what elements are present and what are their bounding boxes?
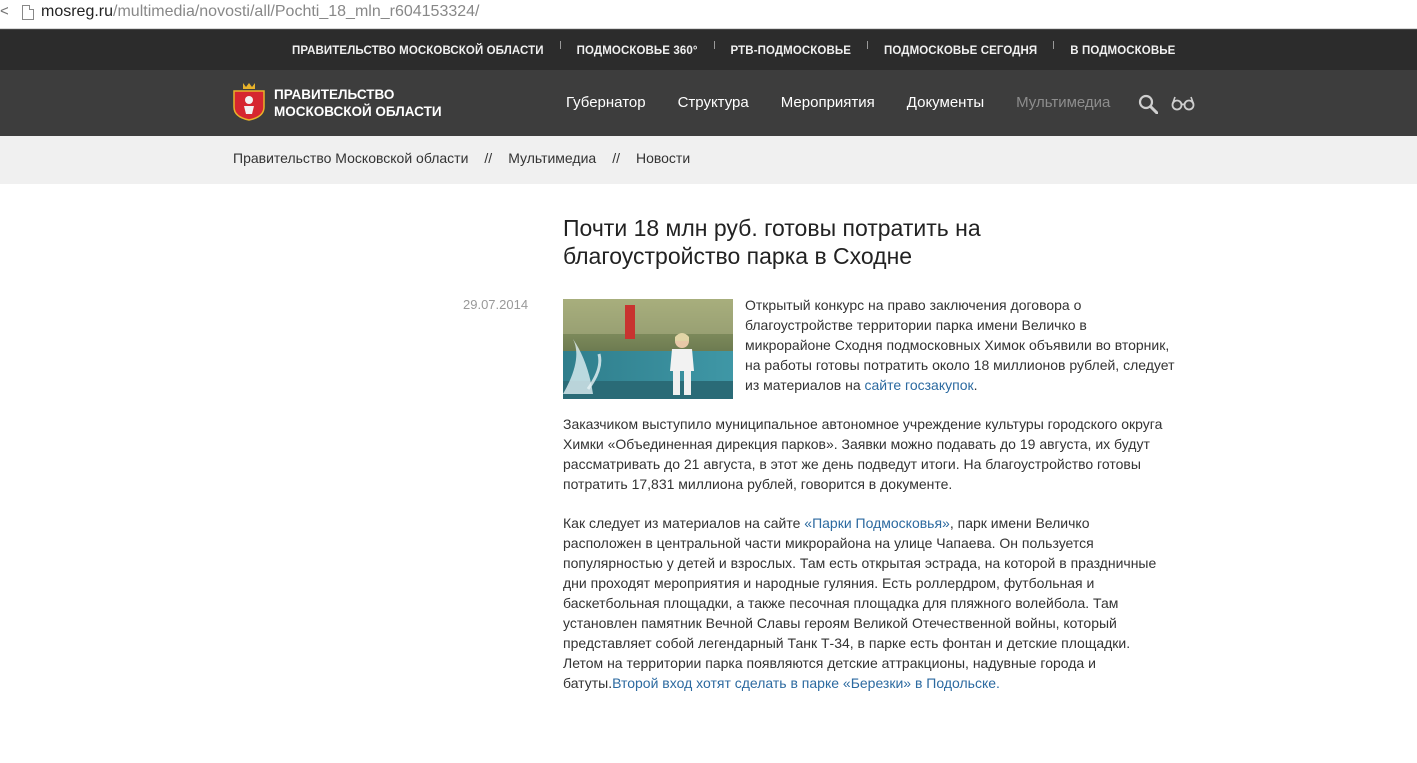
breadcrumb-separator: // <box>612 150 620 166</box>
breadcrumb-multimedia[interactable]: Мультимедиа <box>508 150 596 166</box>
page-icon <box>22 5 34 20</box>
breadcrumb-news[interactable]: Новости <box>636 150 690 166</box>
portal-link-government[interactable]: ПРАВИТЕЛЬСТВО МОСКОВСКОЙ ОБЛАСТИ <box>292 45 544 57</box>
article-paragraph-2: Как следует из материалов на сайте «Парк… <box>563 513 1163 693</box>
article-title: Почти 18 млн руб. готовы потратить на бл… <box>563 215 981 269</box>
url-path: /multimedia/novosti/all/Pochti_18_mln_r6… <box>113 3 480 20</box>
portal-link-in-region[interactable]: В ПОДМОСКОВЬЕ <box>1070 45 1175 57</box>
main-header: ПРАВИТЕЛЬСТВО МОСКОВСКОЙ ОБЛАСТИ Губерна… <box>0 70 1417 139</box>
search-icon[interactable] <box>1138 94 1158 114</box>
portal-separator <box>1037 40 1070 55</box>
link-goszakupki[interactable]: сайте госзакупок <box>865 377 974 393</box>
nav-documents[interactable]: Документы <box>907 70 984 136</box>
nav-structure[interactable]: Структура <box>678 70 749 136</box>
p2-body: , парк имени Величко расположен в центра… <box>563 515 1157 691</box>
breadcrumb-separator: // <box>484 150 493 166</box>
back-arrow-icon[interactable]: < <box>0 3 8 21</box>
nav-multimedia[interactable]: Мультимедиа <box>1016 70 1111 139</box>
brand-line-2: МОСКОВСКОЙ ОБЛАСТИ <box>274 104 442 119</box>
coat-of-arms-logo[interactable] <box>233 81 265 121</box>
article-date: 29.07.2014 <box>463 297 529 312</box>
url-host: mosreg.ru <box>41 3 114 20</box>
p2-start: Как следует из материалов на сайте <box>563 515 805 531</box>
article-photo <box>563 299 733 399</box>
main-nav: Губернатор Структура Мероприятия Докумен… <box>566 70 1142 139</box>
browser-address-bar[interactable]: < mosreg.ru/multimedia/novosti/all/Pocht… <box>0 0 1417 29</box>
breadcrumb: Правительство Московской области // Муль… <box>0 136 1417 184</box>
article-paragraph-1: Заказчиком выступило муниципальное автон… <box>563 416 1163 492</box>
brand-line-1: ПРАВИТЕЛЬСТВО <box>274 87 395 102</box>
article-lead: Открытый конкурс на право заключения дог… <box>745 295 1175 395</box>
nav-events[interactable]: Мероприятия <box>781 70 875 136</box>
portal-separator <box>698 40 731 55</box>
portal-link-360[interactable]: ПОДМОСКОВЬЕ 360° <box>577 45 698 57</box>
link-berezki[interactable]: Второй вход хотят сделать в парке «Берез… <box>612 675 1000 691</box>
link-parks[interactable]: «Парки Подмосковья» <box>804 515 950 531</box>
site-brand[interactable]: ПРАВИТЕЛЬСТВО МОСКОВСКОЙ ОБЛАСТИ <box>274 86 442 120</box>
breadcrumb-government[interactable]: Правительство Московской области <box>233 150 468 166</box>
portal-separator <box>544 40 577 55</box>
lead-end: . <box>973 377 978 393</box>
url-text[interactable]: mosreg.ru/multimedia/novosti/all/Pochti_… <box>41 3 479 21</box>
nav-governor[interactable]: Губернатор <box>566 70 646 136</box>
portal-links-bar: ПРАВИТЕЛЬСТВО МОСКОВСКОЙ ОБЛАСТИ ПОДМОСК… <box>0 29 1417 70</box>
glasses-icon[interactable] <box>1171 94 1195 112</box>
portal-separator <box>851 40 884 55</box>
portal-link-rtv[interactable]: РТВ-ПОДМОСКОВЬЕ <box>731 45 851 57</box>
portal-link-today[interactable]: ПОДМОСКОВЬЕ СЕГОДНЯ <box>884 45 1037 57</box>
